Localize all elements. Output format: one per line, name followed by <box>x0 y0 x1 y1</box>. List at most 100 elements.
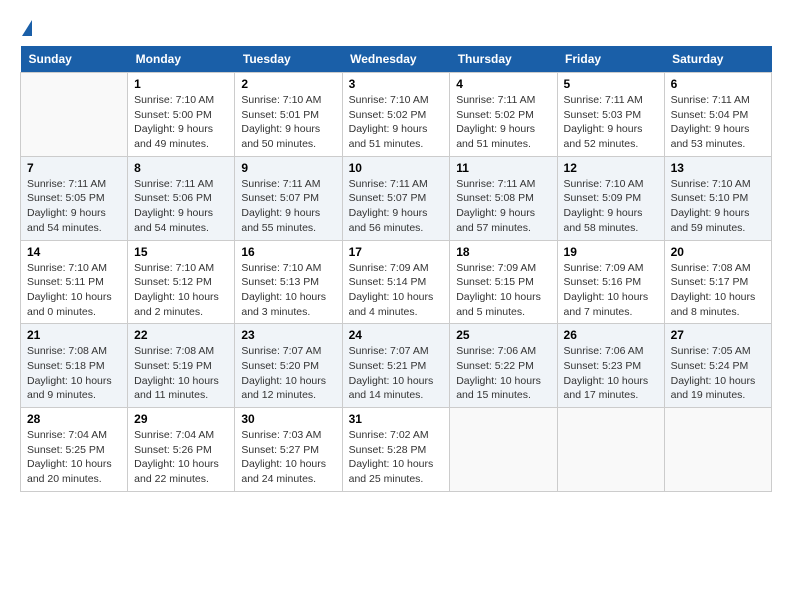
day-info: Sunrise: 7:10 AMSunset: 5:02 PMDaylight:… <box>349 93 444 152</box>
day-info: Sunrise: 7:11 AMSunset: 5:07 PMDaylight:… <box>349 177 444 236</box>
day-number: 22 <box>134 328 228 342</box>
day-number: 16 <box>241 245 335 259</box>
day-info: Sunrise: 7:10 AMSunset: 5:12 PMDaylight:… <box>134 261 228 320</box>
weekday-header: Wednesday <box>342 46 450 73</box>
day-number: 11 <box>456 161 550 175</box>
day-number: 21 <box>27 328 121 342</box>
weekday-header: Friday <box>557 46 664 73</box>
calendar-day-cell <box>450 408 557 492</box>
calendar-week-row: 14 Sunrise: 7:10 AMSunset: 5:11 PMDayligh… <box>21 240 772 324</box>
day-info: Sunrise: 7:10 AMSunset: 5:00 PMDaylight:… <box>134 93 228 152</box>
day-info: Sunrise: 7:11 AMSunset: 5:04 PMDaylight:… <box>671 93 765 152</box>
day-number: 28 <box>27 412 121 426</box>
day-number: 4 <box>456 77 550 91</box>
calendar-day-cell: 21 Sunrise: 7:08 AMSunset: 5:18 PMDayligh… <box>21 324 128 408</box>
calendar-day-cell: 24 Sunrise: 7:07 AMSunset: 5:21 PMDayligh… <box>342 324 450 408</box>
calendar-day-cell: 28 Sunrise: 7:04 AMSunset: 5:25 PMDayligh… <box>21 408 128 492</box>
calendar-day-cell: 25 Sunrise: 7:06 AMSunset: 5:22 PMDayligh… <box>450 324 557 408</box>
calendar-week-row: 21 Sunrise: 7:08 AMSunset: 5:18 PMDayligh… <box>21 324 772 408</box>
logo <box>20 20 32 36</box>
day-info: Sunrise: 7:10 AMSunset: 5:09 PMDaylight:… <box>564 177 658 236</box>
calendar-day-cell: 27 Sunrise: 7:05 AMSunset: 5:24 PMDayligh… <box>664 324 771 408</box>
day-number: 29 <box>134 412 228 426</box>
day-number: 14 <box>27 245 121 259</box>
calendar-day-cell: 8Sunrise: 7:11 AMSunset: 5:06 PMDaylight… <box>128 156 235 240</box>
day-info: Sunrise: 7:09 AMSunset: 5:16 PMDaylight:… <box>564 261 658 320</box>
day-number: 30 <box>241 412 335 426</box>
day-number: 24 <box>349 328 444 342</box>
day-info: Sunrise: 7:10 AMSunset: 5:10 PMDaylight:… <box>671 177 765 236</box>
calendar-header-row: SundayMondayTuesdayWednesdayThursdayFrid… <box>21 46 772 73</box>
calendar-day-cell: 23 Sunrise: 7:07 AMSunset: 5:20 PMDayligh… <box>235 324 342 408</box>
day-info: Sunrise: 7:11 AMSunset: 5:03 PMDaylight:… <box>564 93 658 152</box>
day-number: 3 <box>349 77 444 91</box>
day-number: 20 <box>671 245 765 259</box>
calendar-day-cell: 1 Sunrise: 7:10 AMSunset: 5:00 PMDaylight… <box>128 73 235 157</box>
day-info: Sunrise: 7:08 AMSunset: 5:19 PMDaylight:… <box>134 344 228 403</box>
calendar-week-row: 28 Sunrise: 7:04 AMSunset: 5:25 PMDayligh… <box>21 408 772 492</box>
day-info: Sunrise: 7:09 AMSunset: 5:15 PMDaylight:… <box>456 261 550 320</box>
day-info: Sunrise: 7:11 AMSunset: 5:05 PMDaylight:… <box>27 177 121 236</box>
day-info: Sunrise: 7:06 AMSunset: 5:22 PMDaylight:… <box>456 344 550 403</box>
page-header <box>20 20 772 36</box>
calendar-day-cell <box>664 408 771 492</box>
day-info: Sunrise: 7:05 AMSunset: 5:24 PMDaylight:… <box>671 344 765 403</box>
day-number: 23 <box>241 328 335 342</box>
day-info: Sunrise: 7:07 AMSunset: 5:20 PMDaylight:… <box>241 344 335 403</box>
calendar-day-cell: 11 Sunrise: 7:11 AMSunset: 5:08 PMDayligh… <box>450 156 557 240</box>
calendar-day-cell: 26Sunrise: 7:06 AMSunset: 5:23 PMDayligh… <box>557 324 664 408</box>
calendar-day-cell: 4 Sunrise: 7:11 AMSunset: 5:02 PMDaylight… <box>450 73 557 157</box>
calendar-table: SundayMondayTuesdayWednesdayThursdayFrid… <box>20 46 772 492</box>
day-number: 7 <box>27 161 121 175</box>
day-number: 19 <box>564 245 658 259</box>
day-number: 2 <box>241 77 335 91</box>
day-info: Sunrise: 7:11 AMSunset: 5:08 PMDaylight:… <box>456 177 550 236</box>
day-info: Sunrise: 7:11 AMSunset: 5:07 PMDaylight:… <box>241 177 335 236</box>
weekday-header: Sunday <box>21 46 128 73</box>
calendar-day-cell: 20 Sunrise: 7:08 AMSunset: 5:17 PMDayligh… <box>664 240 771 324</box>
day-info: Sunrise: 7:07 AMSunset: 5:21 PMDaylight:… <box>349 344 444 403</box>
calendar-day-cell: 19 Sunrise: 7:09 AMSunset: 5:16 PMDayligh… <box>557 240 664 324</box>
day-number: 18 <box>456 245 550 259</box>
calendar-day-cell: 22 Sunrise: 7:08 AMSunset: 5:19 PMDayligh… <box>128 324 235 408</box>
day-info: Sunrise: 7:08 AMSunset: 5:18 PMDaylight:… <box>27 344 121 403</box>
day-info: Sunrise: 7:10 AMSunset: 5:11 PMDaylight:… <box>27 261 121 320</box>
calendar-day-cell <box>557 408 664 492</box>
day-number: 10 <box>349 161 444 175</box>
calendar-day-cell: 9 Sunrise: 7:11 AMSunset: 5:07 PMDaylight… <box>235 156 342 240</box>
day-info: Sunrise: 7:10 AMSunset: 5:13 PMDaylight:… <box>241 261 335 320</box>
calendar-day-cell: 7 Sunrise: 7:11 AMSunset: 5:05 PMDaylight… <box>21 156 128 240</box>
weekday-header: Monday <box>128 46 235 73</box>
calendar-day-cell: 15Sunrise: 7:10 AMSunset: 5:12 PMDayligh… <box>128 240 235 324</box>
calendar-day-cell: 16 Sunrise: 7:10 AMSunset: 5:13 PMDayligh… <box>235 240 342 324</box>
calendar-week-row: 1 Sunrise: 7:10 AMSunset: 5:00 PMDaylight… <box>21 73 772 157</box>
calendar-day-cell: 14 Sunrise: 7:10 AMSunset: 5:11 PMDayligh… <box>21 240 128 324</box>
calendar-day-cell: 6 Sunrise: 7:11 AMSunset: 5:04 PMDaylight… <box>664 73 771 157</box>
weekday-header: Saturday <box>664 46 771 73</box>
day-number: 13 <box>671 161 765 175</box>
day-number: 27 <box>671 328 765 342</box>
day-info: Sunrise: 7:03 AMSunset: 5:27 PMDaylight:… <box>241 428 335 487</box>
day-info: Sunrise: 7:08 AMSunset: 5:17 PMDaylight:… <box>671 261 765 320</box>
day-number: 9 <box>241 161 335 175</box>
calendar-day-cell <box>21 73 128 157</box>
day-number: 26 <box>564 328 658 342</box>
day-number: 31 <box>349 412 444 426</box>
calendar-body: 1 Sunrise: 7:10 AMSunset: 5:00 PMDaylight… <box>21 73 772 492</box>
day-number: 12 <box>564 161 658 175</box>
day-info: Sunrise: 7:04 AMSunset: 5:25 PMDaylight:… <box>27 428 121 487</box>
calendar-day-cell: 12 Sunrise: 7:10 AMSunset: 5:09 PMDayligh… <box>557 156 664 240</box>
day-info: Sunrise: 7:02 AMSunset: 5:28 PMDaylight:… <box>349 428 444 487</box>
day-number: 1 <box>134 77 228 91</box>
calendar-day-cell: 31 Sunrise: 7:02 AMSunset: 5:28 PMDayligh… <box>342 408 450 492</box>
logo-triangle-icon <box>22 20 32 36</box>
calendar-day-cell: 30 Sunrise: 7:03 AMSunset: 5:27 PMDayligh… <box>235 408 342 492</box>
day-number: 25 <box>456 328 550 342</box>
day-number: 6 <box>671 77 765 91</box>
calendar-day-cell: 5Sunrise: 7:11 AMSunset: 5:03 PMDaylight… <box>557 73 664 157</box>
calendar-day-cell: 18 Sunrise: 7:09 AMSunset: 5:15 PMDayligh… <box>450 240 557 324</box>
calendar-day-cell: 17Sunrise: 7:09 AMSunset: 5:14 PMDayligh… <box>342 240 450 324</box>
calendar-day-cell: 3 Sunrise: 7:10 AMSunset: 5:02 PMDaylight… <box>342 73 450 157</box>
day-info: Sunrise: 7:11 AMSunset: 5:02 PMDaylight:… <box>456 93 550 152</box>
day-number: 17 <box>349 245 444 259</box>
